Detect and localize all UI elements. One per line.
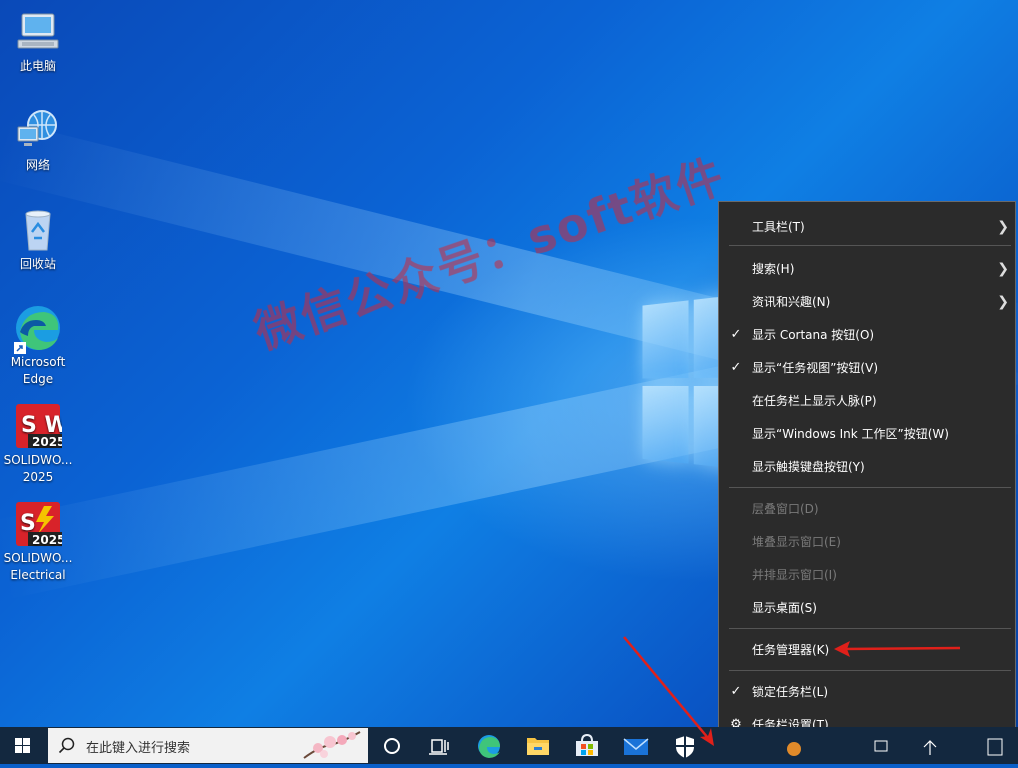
network-icon [14,107,62,155]
svg-text:2025: 2025 [32,435,62,449]
menu-item-task-manager[interactable]: 任务管理器(K) [719,635,1015,665]
desktop-icon-solidworks-electrical[interactable]: S 2025 SOLIDWO... Electrical [2,500,74,584]
menu-item-stacked-windows: 堆叠显示窗口(E) [752,535,841,549]
desktop-icon-network[interactable]: 网络 [2,107,74,174]
menu-item-lock-taskbar[interactable]: ✓ 锁定任务栏(L) [719,677,1015,707]
desktop-icon-edge[interactable]: Microsoft Edge [2,304,74,388]
menu-item-side-by-side: 并排显示窗口(I) [752,568,837,582]
menu-item-search[interactable]: 搜索(H) ❯ [719,254,1015,284]
start-button[interactable] [0,727,46,764]
menu-separator [729,670,1011,671]
search-placeholder: 在此键入进行搜索 [86,741,191,756]
menu-separator [729,245,1011,246]
desktop-icon-this-pc[interactable]: 此电脑 [2,8,74,75]
solidworks-icon: S W 2025 [14,402,69,450]
security-icon [676,736,694,758]
search-icon [58,737,75,754]
taskbar-file-explorer-button[interactable] [514,727,562,764]
svg-text:2025: 2025 [32,533,62,547]
taskbar-search-box[interactable]: 在此键入进行搜索 [48,728,368,763]
menu-separator [729,487,1011,488]
desktop-icon-recycle-bin[interactable]: 回收站 [2,206,74,273]
taskbar-context-menu: 工具栏(T) ❯ 搜索(H) ❯ 资讯和兴趣(N) ❯ ✓ 显示 Cortana… [718,201,1016,748]
desktop-icon-label: 网络 [25,158,50,172]
edge-icon [14,304,62,354]
chevron-right-icon: ❯ [997,294,1009,310]
chevron-right-icon: ❯ [997,219,1009,235]
checkmark-icon: ✓ [730,327,742,342]
taskbar: 在此键入进行搜索 [0,727,1018,764]
task-view-button[interactable] [415,727,463,764]
desktop-icon-label: Microsoft Edge [10,355,66,386]
desktop-icon-label: SOLIDWO... Electrical [3,551,73,582]
windows-start-icon [15,738,30,753]
system-tray[interactable] [780,727,1018,764]
cortana-icon [384,738,400,754]
recycle-bin-icon [14,206,62,254]
desktop-icon-label: SOLIDWO... 2025 [3,453,73,484]
menu-item-toolbars[interactable]: 工具栏(T) ❯ [719,212,1015,242]
menu-item-cascade-windows: 层叠窗口(D) [752,502,819,516]
checkmark-icon: ✓ [730,684,742,699]
edge-icon [478,735,500,758]
solidworks-electrical-icon: S 2025 [14,500,65,548]
menu-item-news-interests[interactable]: 资讯和兴趣(N) ❯ [719,287,1015,317]
desktop-icon-label: 回收站 [19,257,56,271]
shortcut-arrow-icon [14,342,26,354]
menu-item-show-desktop[interactable]: 显示桌面(S) [719,593,1015,623]
taskbar-edge-button[interactable] [465,727,513,764]
menu-item-touch-keyboard[interactable]: 显示触摸键盘按钮(Y) [719,452,1015,482]
taskbar-mail-button[interactable] [612,727,660,764]
cherry-blossom-icon [303,731,361,759]
mail-icon [623,738,649,755]
task-view-icon [429,739,449,755]
menu-item-show-people[interactable]: 在任务栏上显示人脉(P) [719,386,1015,416]
taskbar-store-button[interactable] [563,727,611,764]
cortana-button[interactable] [368,727,416,764]
chevron-right-icon: ❯ [997,261,1009,277]
menu-item-windows-ink[interactable]: 显示“Windows Ink 工作区”按钮(W) [719,419,1015,449]
system-tray-icons [787,738,1003,756]
desktop-icon-label: 此电脑 [19,59,56,73]
desktop-icon-solidworks[interactable]: S W 2025 SOLIDWO... 2025 [2,402,74,486]
store-icon [576,733,598,756]
menu-item-show-cortana[interactable]: ✓ 显示 Cortana 按钮(O) [719,320,1015,350]
menu-item-show-task-view[interactable]: ✓ 显示“任务视图”按钮(V) [719,353,1015,383]
menu-separator [729,628,1011,629]
computer-icon [14,8,62,56]
checkmark-icon: ✓ [730,360,742,375]
taskbar-security-button[interactable] [661,727,709,764]
file-explorer-icon [527,738,549,755]
